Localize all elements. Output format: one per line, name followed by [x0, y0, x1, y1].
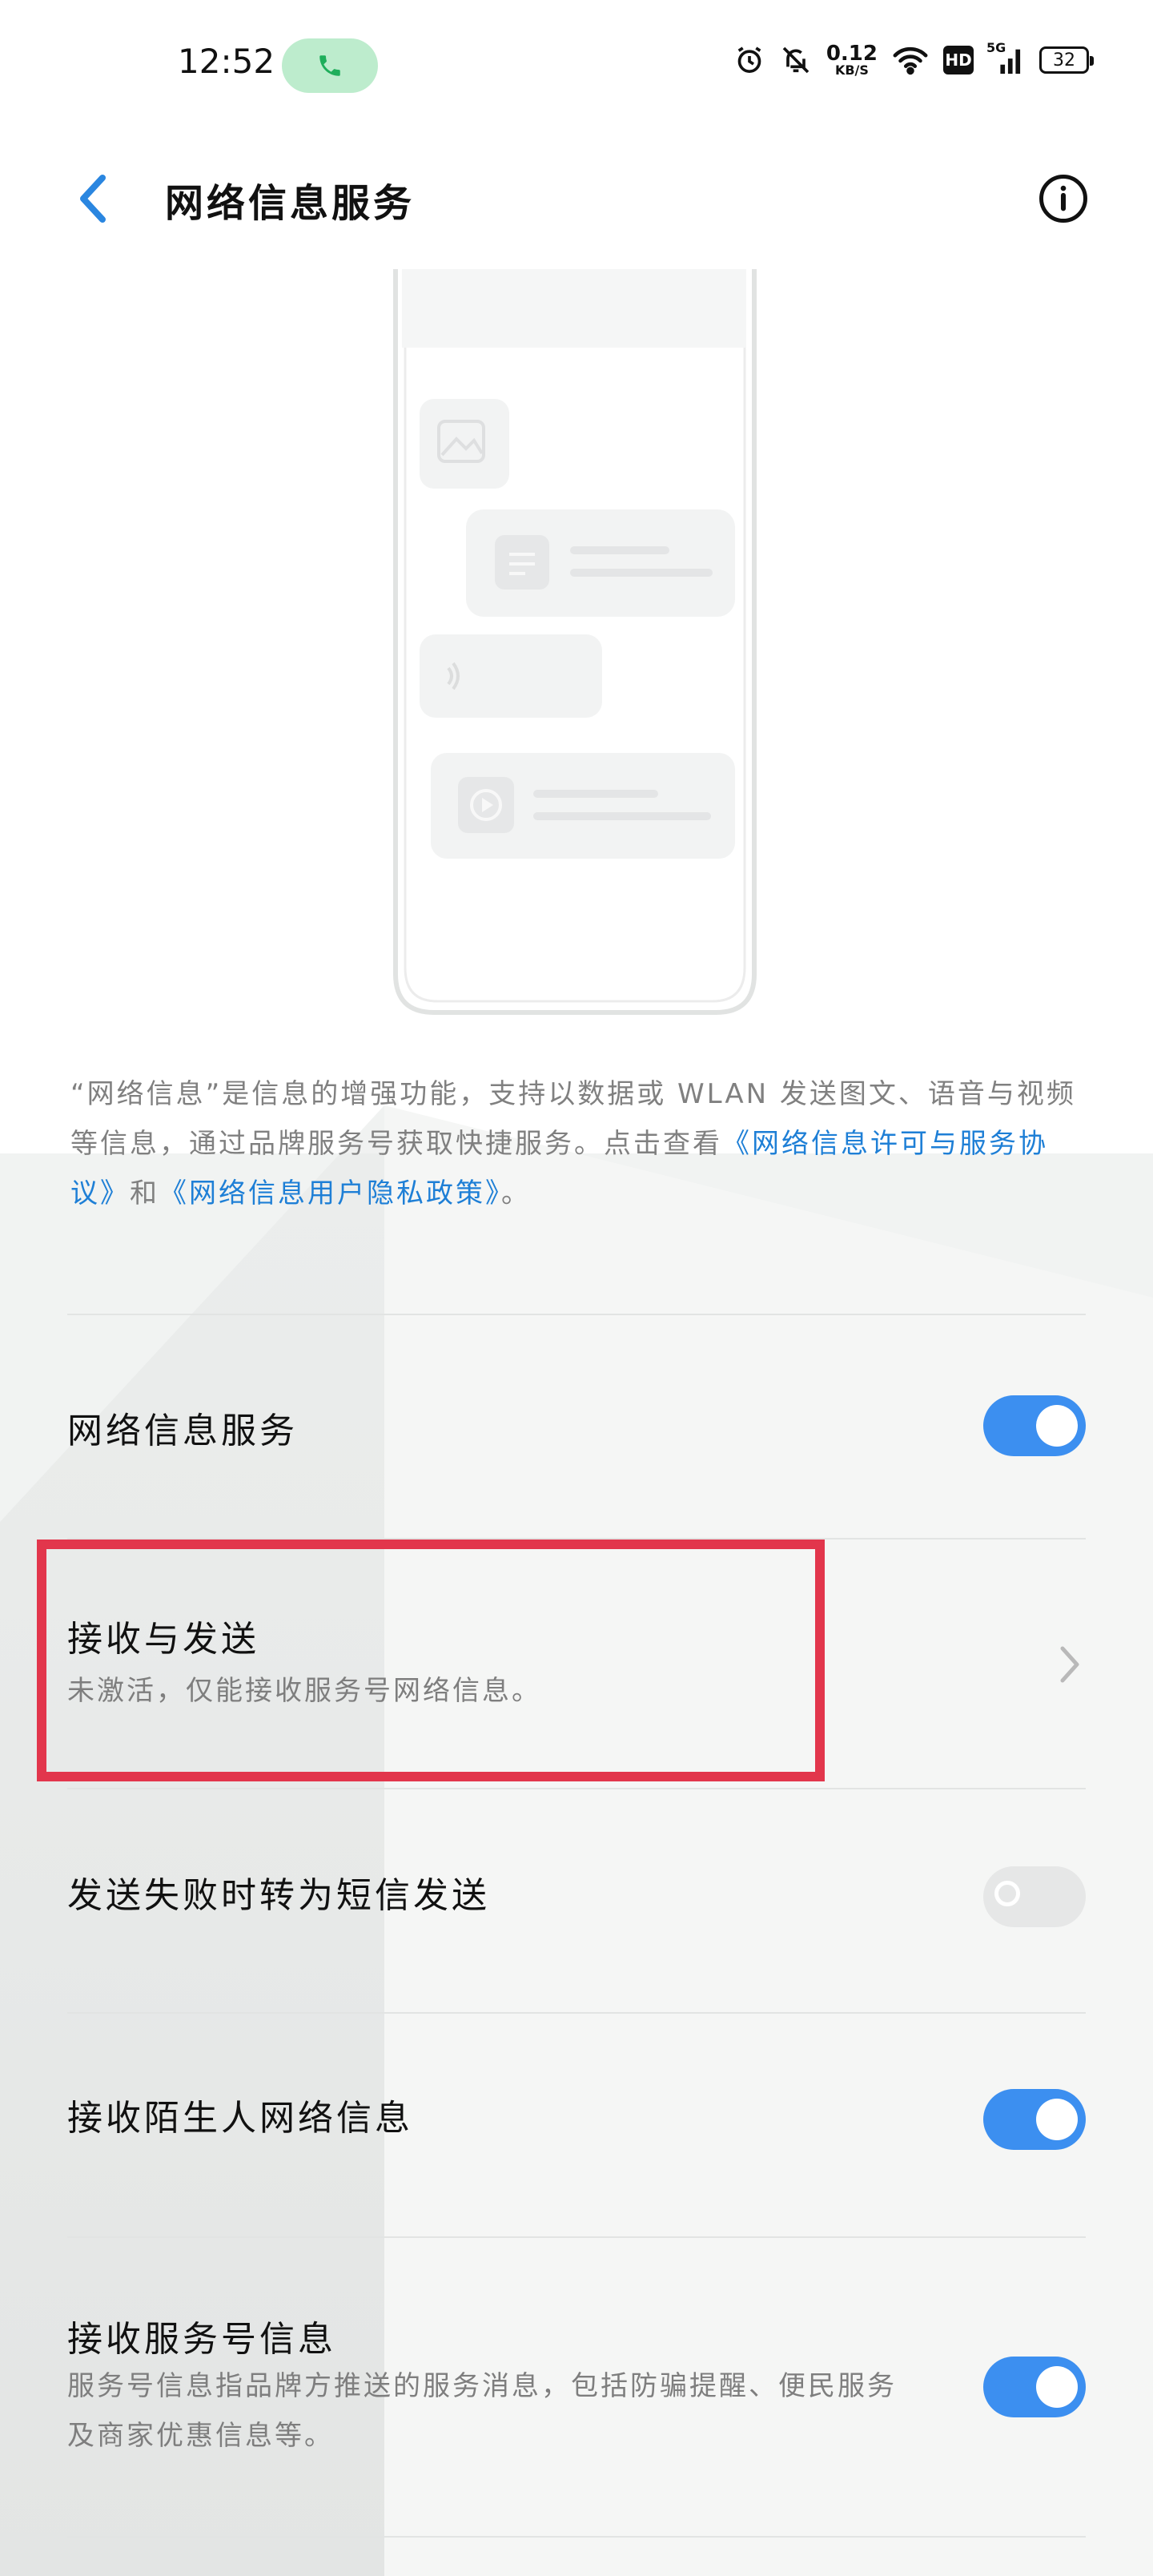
setting-row-receive-stranger-messages[interactable]: 接收陌生人网络信息 — [67, 2044, 1086, 2204]
receive-stranger-messages-toggle[interactable] — [983, 2089, 1086, 2150]
service-description: “网络信息”是信息的增强功能，支持以数据或 WLAN 发送图文、语音与视频等信息… — [70, 1069, 1087, 1218]
setting-title: 接收陌生人网络信息 — [67, 2098, 413, 2139]
network-info-service-toggle[interactable] — [983, 1395, 1086, 1456]
divider — [67, 1788, 1086, 1789]
setting-row-network-info-service[interactable]: 网络信息服务 — [67, 1362, 1086, 1490]
page-title: 网络信息服务 — [165, 181, 416, 226]
info-icon — [1039, 175, 1087, 223]
ongoing-call-pill[interactable] — [282, 38, 378, 93]
setting-title: 发送失败时转为短信发送 — [67, 1875, 490, 1916]
privacy-policy-link[interactable]: 《网络信息用户隐私政策》 — [159, 1177, 501, 1210]
divider — [67, 2012, 1086, 2014]
hd-voice-badge: HD — [943, 46, 974, 74]
chevron-right-icon — [1054, 1640, 1086, 1688]
network-speed-value: 0.12 — [826, 42, 878, 66]
chevron-left-icon — [80, 175, 106, 223]
divider — [67, 2236, 1086, 2238]
setting-title: 接收服务号信息 — [67, 2319, 336, 2360]
cellular-signal-icon: 5G — [986, 40, 1025, 75]
setting-subtitle: 服务号信息指品牌方推送的服务消息，包括防骗提醒、便民服务及商家优惠信息等。 — [67, 2370, 897, 2452]
network-speed-unit: KB/S — [834, 62, 869, 78]
setting-row-fallback-to-sms[interactable]: 发送失败时转为短信发送 — [67, 1821, 1086, 1982]
fallback-to-sms-toggle[interactable] — [983, 1866, 1086, 1927]
phone-icon — [319, 55, 340, 76]
status-time: 12:52 — [178, 42, 275, 81]
app-header: 网络信息服务 — [0, 152, 1153, 248]
setting-title: 网络信息服务 — [67, 1411, 298, 1451]
alarm-icon — [733, 44, 765, 76]
info-button[interactable] — [1033, 168, 1094, 229]
mute-bell-icon — [780, 44, 812, 76]
phone-illustration — [389, 269, 761, 1022]
signal-type-label: 5G — [986, 40, 1006, 55]
description-end: 。 — [501, 1177, 531, 1210]
receive-service-account-toggle[interactable] — [983, 2357, 1086, 2417]
setting-row-receive-service-account-messages[interactable]: 接收服务号信息 服务号信息指品牌方推送的服务消息，包括防骗提醒、便民服务及商家优… — [67, 2267, 1086, 2507]
battery-level: 32 — [1053, 50, 1075, 70]
highlight-annotation-box — [37, 1540, 825, 1781]
battery-indicator: 32 — [1039, 46, 1094, 74]
description-conjunction: 和 — [130, 1177, 159, 1210]
back-button[interactable] — [64, 170, 122, 227]
status-icons: 0.12 KB/S HD 5G 32 — [733, 40, 1094, 77]
status-bar: 12:52 0.12 KB/S HD 5G 32 — [0, 0, 1153, 131]
network-speed: 0.12 KB/S — [826, 43, 878, 77]
divider — [67, 1314, 1086, 1315]
wifi-icon — [892, 44, 929, 76]
divider — [67, 2536, 1086, 2538]
